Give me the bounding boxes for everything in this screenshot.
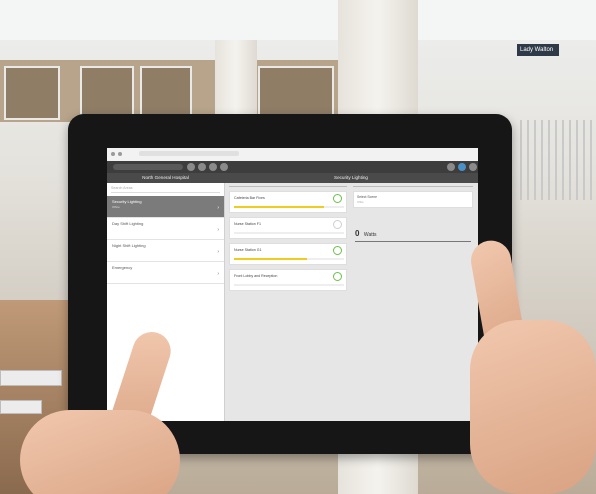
scene-sub: Office <box>357 201 364 204</box>
dimmer-slider[interactable] <box>234 283 344 286</box>
cafeteria-table <box>0 370 62 386</box>
photo-scene: Lady Walton North General Hospital Secur… <box>0 0 596 494</box>
hospital-name: North General Hospital <box>142 175 189 180</box>
address-bar[interactable] <box>139 151 239 156</box>
dimmer-fill <box>234 205 325 208</box>
sidebar-item-label: Emergency <box>112 265 133 270</box>
dimmer-slider[interactable] <box>234 205 344 208</box>
right-hand <box>470 320 596 494</box>
browser-bar <box>107 148 478 162</box>
sign-text: Lady Walton <box>520 47 554 53</box>
chevron-right-icon: › <box>217 205 219 211</box>
back-icon[interactable] <box>111 152 115 156</box>
wayfinding-sign: Lady Walton <box>517 44 559 56</box>
zone-toggle[interactable] <box>333 246 342 255</box>
sidebar-item-emergency[interactable]: Emergency › <box>107 262 224 284</box>
chevron-right-icon: › <box>217 271 219 277</box>
left-hand <box>20 410 180 494</box>
sidebar-item-label: Night Shift Lighting <box>112 243 146 248</box>
sidebar-item-night-shift[interactable]: Night Shift Lighting › <box>107 240 224 262</box>
zone-label: Front Lobby and Reception <box>234 274 278 278</box>
user-icon[interactable] <box>458 163 466 171</box>
zone-card[interactable]: Nurse Station F1 <box>229 217 347 239</box>
tablet-screen: North General Hospital Security Lighting… <box>107 148 478 421</box>
zone-card[interactable]: Nurse Station G1 <box>229 243 347 265</box>
zone-label: Nurse Station F1 <box>234 222 261 226</box>
toolbar-button[interactable] <box>187 163 195 171</box>
zone-card[interactable]: Front Lobby and Reception <box>229 269 347 291</box>
sidebar-item-sub: Office <box>112 205 120 209</box>
zone-toggle[interactable] <box>333 194 342 203</box>
zone-label: Nurse Station G1 <box>234 248 262 252</box>
app-toolbar <box>107 161 478 173</box>
window <box>258 66 334 120</box>
dimmer-fill <box>234 257 307 260</box>
zone-toggle[interactable] <box>333 220 342 229</box>
zone-toggle[interactable] <box>333 272 342 281</box>
window <box>4 66 60 120</box>
sidebar-search[interactable]: Search Areas <box>111 186 220 193</box>
toolbar-button[interactable] <box>220 163 228 171</box>
power-readout: 0 Watts <box>355 223 377 241</box>
power-value: 0 <box>355 229 360 238</box>
settings-icon[interactable] <box>447 163 455 171</box>
panel-title: Security Lighting <box>334 175 368 180</box>
power-unit: Watts <box>363 232 377 238</box>
dimmer-slider[interactable] <box>234 257 344 260</box>
main-panel: Cafeteria Bar Fixes Nurse Station F1 Nur… <box>225 183 478 421</box>
zone-card[interactable]: Cafeteria Bar Fixes <box>229 191 347 213</box>
scene-label: Select Scene <box>357 195 377 199</box>
sidebar-item-day-shift[interactable]: Day Shift Lighting › <box>107 218 224 240</box>
app-header: North General Hospital Security Lighting <box>107 173 478 183</box>
scene-selector[interactable]: Select Scene Office <box>353 191 473 208</box>
chevron-right-icon: › <box>217 227 219 233</box>
dimmer-slider[interactable] <box>234 231 344 234</box>
toolbar-button[interactable] <box>209 163 217 171</box>
toolbar-search[interactable] <box>113 164 183 170</box>
sidebar-item-security-lighting[interactable]: Security Lighting Office › <box>107 196 224 218</box>
sidebar-item-label: Security Lighting <box>112 199 142 204</box>
cafeteria-table <box>0 400 42 414</box>
window <box>80 66 134 120</box>
zone-label: Cafeteria Bar Fixes <box>234 196 265 200</box>
chevron-right-icon: › <box>217 249 219 255</box>
balcony-railing <box>520 120 596 200</box>
menu-icon[interactable] <box>469 163 477 171</box>
forward-icon[interactable] <box>118 152 122 156</box>
pillar <box>215 40 257 120</box>
window <box>140 66 192 120</box>
skylight-ceiling <box>0 0 596 40</box>
power-bar <box>355 241 471 242</box>
toolbar-button[interactable] <box>198 163 206 171</box>
sidebar-item-label: Day Shift Lighting <box>112 221 144 226</box>
